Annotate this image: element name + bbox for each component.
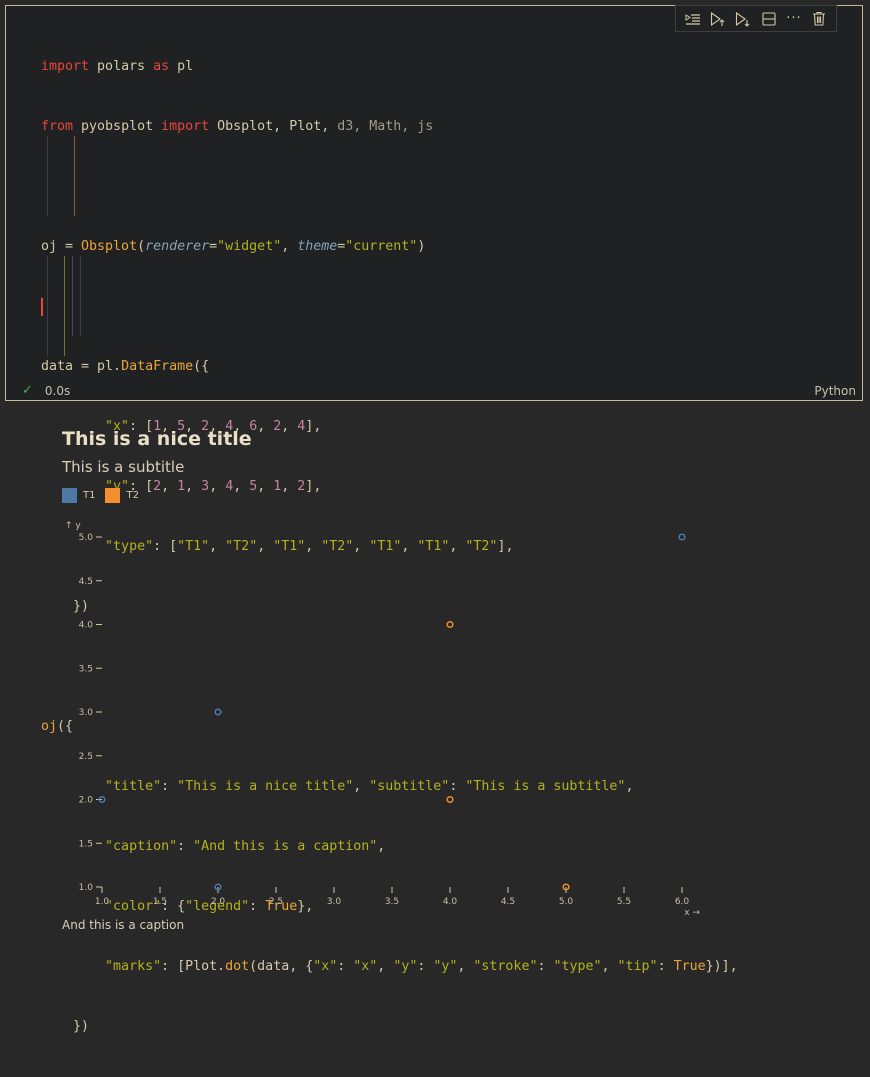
plot-caption: And this is a caption: [62, 918, 185, 932]
y-tick-label: 3.5: [79, 664, 93, 674]
function: dot: [225, 959, 250, 974]
scatter-plot: 1.0 1.5 2.0 2.5 3.0 3.5 4.0 4.5 5.0 ↑ y 1.0 1.5 2.0…: [65, 521, 700, 918]
string: "tip": [617, 959, 658, 974]
y-tick-label: 4.0: [79, 621, 94, 631]
string: "stroke": [473, 959, 538, 974]
constant: True: [673, 959, 706, 974]
y-tick-label: 2.5: [79, 752, 93, 762]
x-axis: 1.0 1.5 2.0 2.5 3.0 3.5 4.0 4.5 5.0 5.5 6.0x →: [95, 887, 700, 918]
y-tick-label: 1.5: [79, 839, 93, 849]
string: "type": [553, 959, 602, 974]
y-axis-label: ↑ y: [65, 521, 81, 531]
x-tick-label: 5.0: [559, 897, 574, 907]
x-tick-label: 5.5: [617, 897, 631, 907]
string: "y": [393, 959, 418, 974]
code-line-17: }): [41, 1017, 738, 1037]
x-tick-label: 2.0: [211, 897, 226, 907]
x-tick-label: 3.0: [327, 897, 342, 907]
dot-t2: [446, 795, 454, 804]
y-tick-label: 1.0: [79, 883, 94, 893]
x-tick-label: 3.5: [385, 897, 399, 907]
x-tick-label: 4.5: [501, 897, 515, 907]
y-axis: 1.0 1.5 2.0 2.5 3.0 3.5 4.0 4.5 5.0 ↑ y: [65, 521, 102, 893]
x-axis-label: x →: [684, 908, 700, 918]
punct: : [Plot.: [161, 959, 226, 974]
y-tick-label: 4.5: [79, 577, 93, 587]
string: "x": [313, 959, 338, 974]
x-tick-label: 1.5: [153, 897, 167, 907]
string: "marks": [105, 959, 162, 974]
x-tick-label: 2.5: [269, 897, 283, 907]
y-tick-label: 3.0: [79, 708, 94, 718]
string: "x": [353, 959, 378, 974]
punct: (data, {: [249, 959, 314, 974]
code-line-16: "marks": [Plot.dot(data, {"x": "x", "y":…: [105, 959, 738, 974]
dot-t1: [214, 708, 222, 716]
dot-t2: [446, 620, 454, 629]
x-tick-label: 6.0: [675, 897, 690, 907]
x-tick-label: 4.0: [443, 897, 458, 907]
y-tick-label: 2.0: [79, 796, 94, 806]
x-tick-label: 1.0: [95, 897, 110, 907]
string: "y": [433, 959, 458, 974]
punct: }): [73, 1019, 90, 1034]
dot-t1: [678, 533, 686, 541]
y-tick-label: 5.0: [79, 533, 94, 543]
dots-layer: [98, 533, 686, 891]
punct: })],: [705, 959, 738, 974]
